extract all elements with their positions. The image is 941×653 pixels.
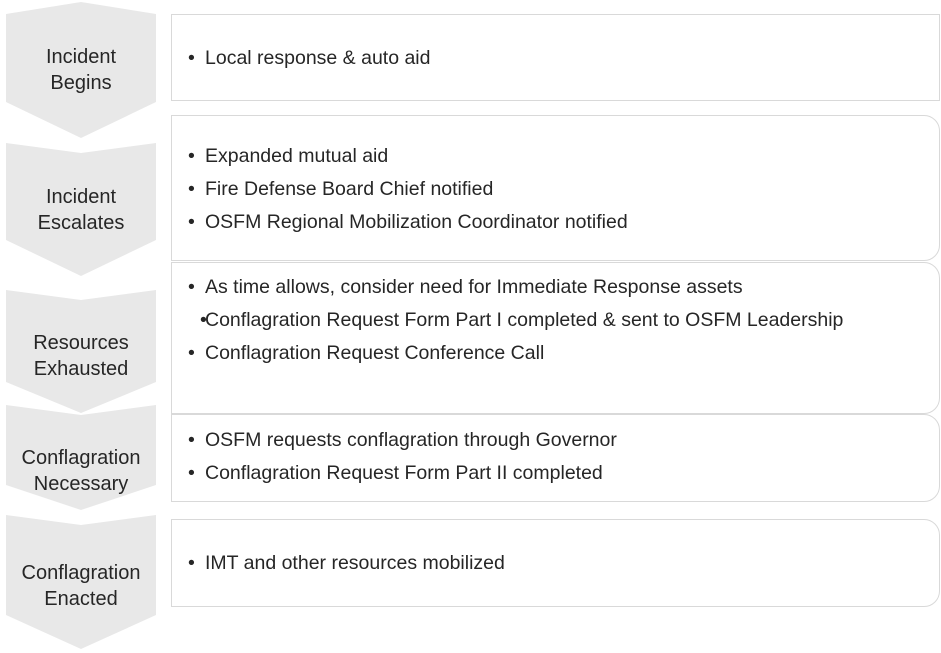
stage-label-line2: Begins xyxy=(50,72,112,94)
bullet-item: Conflagration Request Form Part II compl… xyxy=(172,461,939,485)
bullet-item: IMT and other resources mobilized xyxy=(172,551,939,575)
stage-chevron-incident-begins: Incident Begins xyxy=(0,2,162,140)
bullet-item: OSFM Regional Mobilization Coordinator n… xyxy=(172,210,939,234)
stage-label-line2: Enacted xyxy=(44,588,118,610)
stage-details-resources-exhausted: As time allows, consider need for Immedi… xyxy=(171,262,940,414)
stage-details-conflagration-necessary: OSFM requests conflagration through Gove… xyxy=(171,414,940,502)
stage-label: Resources Exhausted xyxy=(0,330,162,382)
bullet-item: Conflagration Request Form Part I comple… xyxy=(184,308,879,332)
stage-details-conflagration-enacted: IMT and other resources mobilized xyxy=(171,519,940,607)
stage-label-line2: Exhausted xyxy=(33,358,129,380)
bullet-item: As time allows, consider need for Immedi… xyxy=(172,275,879,299)
bullet-item: Local response & auto aid xyxy=(172,46,939,70)
bullet-item: Conflagration Request Conference Call xyxy=(172,341,879,365)
bullet-item: Fire Defense Board Chief notified xyxy=(172,177,939,201)
stage-label-line1: Incident xyxy=(45,186,117,208)
stage-chevron-resources-exhausted: Resources Exhausted xyxy=(0,290,162,415)
stage-label-line1: Resources xyxy=(33,332,129,354)
stage-chevron-conflagration-enacted: Conflagration Enacted xyxy=(0,515,162,651)
bullet-item: OSFM requests conflagration through Gove… xyxy=(172,428,939,452)
stage-label-line2: Necessary xyxy=(33,473,129,495)
stage-label: Conflagration Enacted xyxy=(0,560,162,612)
stage-label: Incident Escalates xyxy=(0,184,162,236)
stage-label-line1: Incident xyxy=(45,46,117,68)
stage-details-incident-begins: Local response & auto aid xyxy=(171,14,940,101)
stage-label-line1: Conflagration xyxy=(21,562,141,584)
stage-chevron-conflagration-necessary: Conflagration Necessary xyxy=(0,405,162,512)
stage-label: Incident Begins xyxy=(0,44,162,96)
stage-label: Conflagration Necessary xyxy=(0,445,162,497)
stage-details-incident-escalates: Expanded mutual aid Fire Defense Board C… xyxy=(171,115,940,261)
bullet-item: Expanded mutual aid xyxy=(172,144,939,168)
stage-label-line2: Escalates xyxy=(37,212,125,234)
stage-label-line1: Conflagration xyxy=(21,447,141,469)
stage-chevron-incident-escalates: Incident Escalates xyxy=(0,143,162,278)
